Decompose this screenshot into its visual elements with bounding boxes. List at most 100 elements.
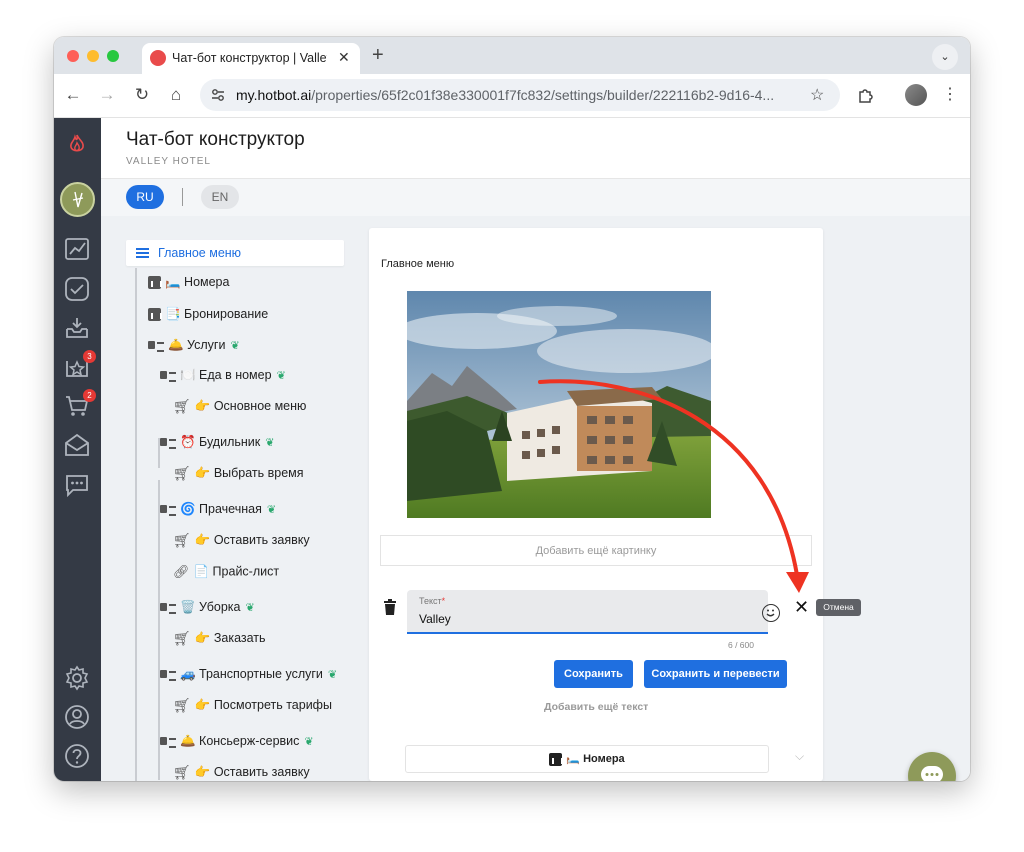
translate-leaf-icon: ❦ bbox=[265, 437, 275, 450]
url-path: /properties/65f2c01f38e330001f7fc832/set… bbox=[311, 87, 775, 103]
cart-icon: 🛒︎ bbox=[173, 697, 191, 713]
translate-leaf-icon: ❦ bbox=[304, 736, 314, 749]
tree-item[interactable]: 🍽️ Еда в номер ❦ bbox=[160, 368, 286, 388]
site-settings-icon[interactable] bbox=[210, 87, 226, 103]
tab-search-chevron-icon[interactable]: ⌄ bbox=[932, 44, 958, 70]
chat-dots-icon[interactable] bbox=[64, 472, 90, 498]
inbox-download-icon[interactable] bbox=[64, 315, 90, 341]
add-text-button[interactable]: Добавить ещё текст bbox=[544, 701, 648, 713]
cart-icon: 🛒︎ bbox=[173, 630, 191, 646]
kebab-menu-icon[interactable]: ⋮ bbox=[937, 82, 963, 108]
tree-item[interactable]: 🚙 Транспортные услуги ❦ bbox=[160, 667, 337, 687]
add-image-button[interactable]: Добавить ещё картинку bbox=[380, 535, 812, 566]
cancel-close-icon[interactable]: ✕ bbox=[794, 598, 809, 616]
language-divider bbox=[182, 188, 183, 206]
new-tab-icon[interactable]: + bbox=[372, 44, 384, 67]
maximize-window-button[interactable] bbox=[107, 50, 119, 62]
next-menu-button-rooms[interactable]: 🛏️ Номера bbox=[405, 745, 769, 773]
menu-card-icon bbox=[160, 437, 176, 450]
language-ru-button[interactable]: RU bbox=[126, 185, 164, 209]
tree-item-label: 📑 Бронирование bbox=[165, 307, 269, 321]
url-host: my.hotbot.ai bbox=[236, 87, 312, 103]
forward-arrow-icon[interactable]: → bbox=[94, 82, 120, 108]
tree-item-label: 👉 Посмотреть тарифы bbox=[194, 697, 332, 712]
hotbot-flame-logo-icon[interactable] bbox=[69, 134, 85, 154]
help-question-icon[interactable] bbox=[64, 743, 90, 769]
tree-item[interactable]: 🗑️ Уборка ❦ bbox=[160, 600, 255, 620]
translate-leaf-icon: ❦ bbox=[266, 504, 277, 517]
hotel-signature-icon bbox=[72, 191, 84, 208]
chat-bubble-icon bbox=[921, 766, 943, 781]
address-bar[interactable]: my.hotbot.ai/properties/65f2c01f38e33000… bbox=[200, 79, 840, 111]
tree-item[interactable]: 🛒︎ 👉 Оставить заявку bbox=[173, 532, 310, 552]
tree-item[interactable]: 🛒︎ 👉 Оставить заявку bbox=[173, 764, 310, 781]
profile-avatar[interactable] bbox=[905, 84, 927, 106]
chat-dots-icon bbox=[925, 773, 939, 776]
tree-item[interactable]: 🛎️ Консьерж-сервис ❦ bbox=[160, 734, 314, 754]
cancel-tooltip: Отмена bbox=[816, 599, 861, 616]
support-chat-button[interactable] bbox=[908, 752, 956, 781]
page-title: Чат-бот конструктор bbox=[126, 129, 305, 150]
analytics-chart-icon[interactable] bbox=[64, 236, 90, 262]
mail-open-icon[interactable] bbox=[64, 432, 90, 458]
tree-item-label: 👉 Выбрать время bbox=[194, 465, 304, 480]
save-and-translate-button[interactable]: Сохранить и перевести bbox=[644, 660, 787, 688]
reload-icon[interactable]: ↻ bbox=[129, 82, 155, 108]
tree-guide-line bbox=[135, 268, 137, 781]
language-bar: RU EN bbox=[101, 179, 970, 216]
tab-title: Чат-бот конструктор | Valley bbox=[172, 51, 327, 65]
tree-item-label: 🛏️ Номера bbox=[165, 275, 230, 289]
tree-item[interactable]: 🛒︎ 👉 Заказать bbox=[173, 630, 266, 650]
browser-toolbar: ← → ↻ ⌂ my.hotbot.ai/properties/65f2c01f… bbox=[54, 74, 970, 118]
delete-trash-icon[interactable] bbox=[383, 599, 397, 615]
home-icon[interactable]: ⌂ bbox=[163, 82, 189, 108]
hotel-photo[interactable] bbox=[407, 291, 711, 518]
tree-main-menu[interactable]: Главное меню bbox=[126, 240, 344, 266]
language-en-button[interactable]: EN bbox=[201, 185, 239, 209]
bookmark-star-icon[interactable]: ☆ bbox=[810, 85, 824, 105]
url-text: my.hotbot.ai/properties/65f2c01f38e33000… bbox=[236, 87, 796, 103]
menu-card-icon bbox=[160, 669, 176, 682]
tree-item[interactable]: ⏰ Будильник ❦ bbox=[160, 435, 274, 455]
tree-item[interactable]: 🛒︎ 👉 Основное меню bbox=[173, 398, 306, 418]
tree-item-label: 👉 Оставить заявку bbox=[194, 764, 310, 779]
menu-tree: Главное меню 🛏️ Номера 📑 Бронирование 🛎️… bbox=[101, 216, 361, 781]
tree-item-label: ⏰ Будильник bbox=[180, 435, 261, 449]
tree-item[interactable]: 🌀 Прачечная ❦ bbox=[160, 502, 276, 522]
save-button[interactable]: Сохранить bbox=[554, 660, 633, 688]
tree-item-label: 🚙 Транспортные услуги bbox=[180, 667, 323, 681]
back-arrow-icon[interactable]: ← bbox=[60, 82, 86, 108]
close-window-button[interactable] bbox=[67, 50, 79, 62]
user-profile-icon[interactable] bbox=[64, 704, 90, 730]
tree-item[interactable]: 🛏️ Номера bbox=[148, 275, 229, 295]
menu-card-icon bbox=[160, 602, 176, 615]
reviews-badge: 3 bbox=[83, 350, 96, 363]
chevron-down-icon[interactable]: ⌵ bbox=[795, 749, 804, 764]
tree-item[interactable]: 📑 Бронирование bbox=[148, 307, 268, 327]
tasks-check-icon[interactable] bbox=[64, 276, 90, 302]
tree-item[interactable]: 🔗︎ 📄 Прайс-лист bbox=[173, 564, 279, 584]
browser-tab-active[interactable]: Чат-бот конструктор | Valley ✕ bbox=[142, 43, 360, 74]
extensions-puzzle-icon[interactable] bbox=[857, 86, 875, 104]
tree-item[interactable]: 🛒︎ 👉 Посмотреть тарифы bbox=[173, 697, 332, 717]
tree-item-label: 🌀 Прачечная bbox=[180, 502, 262, 516]
tab-close-icon[interactable]: ✕ bbox=[338, 49, 350, 66]
page-header: Чат-бот конструктор VALLEY HOTEL bbox=[101, 118, 970, 179]
tree-item-label: 👉 Оставить заявку bbox=[194, 532, 310, 547]
settings-gear-icon[interactable] bbox=[64, 665, 90, 691]
text-field-label-text: Текст bbox=[419, 596, 442, 606]
tree-item[interactable]: 🛒︎ 👉 Выбрать время bbox=[173, 465, 304, 485]
tree-item-label: 📄 Прайс-лист bbox=[193, 564, 280, 579]
translate-leaf-icon: ❦ bbox=[327, 669, 338, 682]
minimize-window-button[interactable] bbox=[87, 50, 99, 62]
tree-item[interactable]: 🛎️ Услуги ❦ bbox=[148, 338, 240, 358]
tree-item-label: 👉 Заказать bbox=[194, 630, 266, 645]
cart-icon: 🛒︎ bbox=[173, 398, 191, 414]
translate-leaf-icon: ❦ bbox=[276, 370, 286, 383]
text-input-field[interactable]: Текст* Valley bbox=[407, 590, 768, 634]
property-logo-avatar[interactable] bbox=[60, 182, 95, 217]
emoji-smiley-icon[interactable] bbox=[762, 604, 780, 622]
cart-icon: 🛒︎ bbox=[173, 465, 191, 481]
menu-card-icon bbox=[148, 340, 164, 353]
tab-strip: Чат-бот конструктор | Valley ✕ + ⌄ bbox=[54, 37, 970, 74]
